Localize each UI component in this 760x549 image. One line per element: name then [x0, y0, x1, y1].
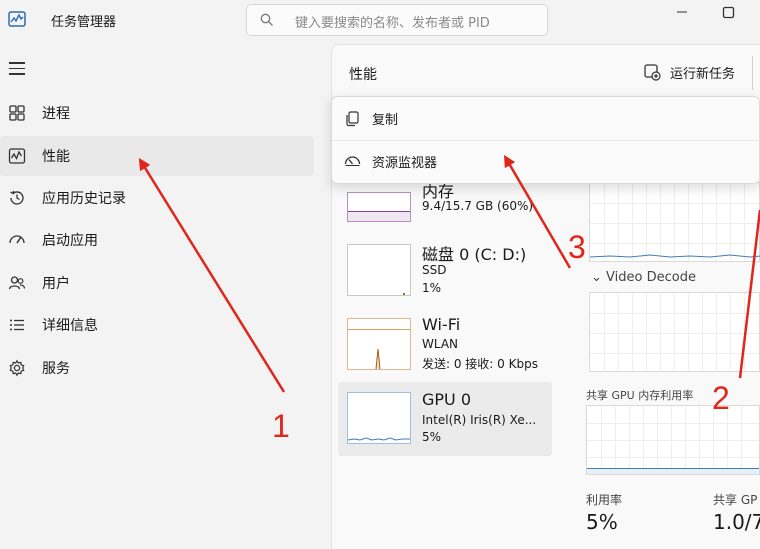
- disk-thumbnail: [347, 244, 411, 296]
- search-box[interactable]: 键入要搜索的名称、发布者或 PID: [246, 4, 548, 36]
- shared-gpu-value: 1.0/7: [713, 510, 760, 534]
- device-detail: SSD: [422, 263, 447, 277]
- search-placeholder: 键入要搜索的名称、发布者或 PID: [295, 16, 490, 31]
- sidebar-item-label: 启动应用: [42, 233, 98, 249]
- title-bar: 任务管理器 键入要搜索的名称、发布者或 PID: [0, 0, 760, 44]
- context-menu-item-copy[interactable]: 复制: [332, 98, 760, 138]
- gpu-engine-graph-top: [589, 182, 760, 262]
- processes-icon: [9, 105, 25, 121]
- maximize-icon[interactable]: [722, 6, 736, 20]
- device-detail: 9.4/15.7 GB (60%): [422, 199, 534, 213]
- context-menu-item-resource-monitor[interactable]: 资源监视器: [332, 141, 760, 181]
- sidebar-item-label: 进程: [42, 106, 70, 122]
- context-menu: 复制 资源监视器: [331, 96, 760, 184]
- startup-apps-icon: [9, 235, 25, 244]
- device-usage: 发送: 0 接收: 0 Kbps: [422, 357, 538, 371]
- device-item-wifi[interactable]: Wi-Fi WLAN 发送: 0 接收: 0 Kbps: [338, 315, 552, 389]
- sidebar-item-label: 详细信息: [42, 318, 98, 334]
- sidebar-item-startup-apps[interactable]: 启动应用: [0, 220, 314, 260]
- sidebar-item-processes[interactable]: 进程: [0, 93, 314, 133]
- shared-gpu-memory-graph: [586, 405, 760, 475]
- run-task-icon: [644, 64, 661, 81]
- utilization-value: 5%: [586, 510, 618, 534]
- services-icon: [9, 359, 25, 377]
- sidebar-item-details[interactable]: 详细信息: [0, 305, 314, 345]
- sidebar-item-label: 应用历史记录: [42, 191, 126, 207]
- toolbar-divider: [752, 56, 753, 90]
- utilization-label: 利用率: [586, 493, 623, 507]
- sidebar-item-label: 用户: [42, 276, 70, 292]
- device-item-disk[interactable]: 磁盘 0 (C: D:) SSD 1%: [338, 241, 552, 315]
- annotation-number-2: 2: [712, 380, 730, 416]
- hamburger-menu-icon[interactable]: [9, 62, 25, 76]
- sidebar-item-services[interactable]: 服务: [0, 348, 314, 388]
- device-usage: 1%: [422, 281, 442, 295]
- shared-gpu-label: 共享 GP: [713, 493, 758, 507]
- sidebar-item-app-history[interactable]: 应用历史记录: [0, 178, 314, 218]
- annotation-number-1: 1: [272, 408, 290, 444]
- device-name: Wi-Fi: [422, 315, 461, 334]
- sidebar-item-performance[interactable]: 性能: [0, 136, 314, 176]
- device-detail: Intel(R) Iris(R) Xe...: [422, 413, 537, 427]
- page-title: 性能: [349, 67, 377, 83]
- run-new-task-label: 运行新任务: [670, 67, 736, 82]
- sidebar-item-users[interactable]: 用户: [0, 263, 314, 303]
- memory-thumbnail: [347, 192, 411, 222]
- video-decode-label: Video Decode: [606, 270, 696, 285]
- sidebar-item-label: 服务: [42, 361, 70, 377]
- app-title: 任务管理器: [51, 15, 117, 30]
- context-menu-label: 资源监视器: [372, 156, 438, 171]
- video-decode-header[interactable]: ⌄ Video Decode: [591, 270, 696, 285]
- resource-monitor-icon: [344, 156, 361, 166]
- device-detail: WLAN: [422, 337, 459, 351]
- details-icon: [10, 319, 24, 331]
- device-name: 磁盘 0 (C: D:): [422, 245, 527, 264]
- shared-gpu-memory-label: 共享 GPU 内存利用率: [586, 389, 694, 402]
- device-name: GPU 0: [422, 390, 472, 409]
- device-item-gpu[interactable]: GPU 0 Intel(R) Iris(R) Xe... 5%: [338, 382, 552, 456]
- search-icon: [260, 13, 273, 26]
- context-menu-label: 复制: [372, 113, 399, 128]
- annotation-number-3: 3: [568, 229, 586, 265]
- wifi-thumbnail: [347, 318, 411, 370]
- minimize-icon[interactable]: [675, 5, 689, 19]
- performance-icon: [8, 148, 26, 164]
- gpu-thumbnail: [347, 392, 411, 444]
- chevron-down-icon: ⌄: [591, 270, 602, 285]
- video-decode-graph: [589, 292, 760, 372]
- task-manager-icon: [8, 11, 26, 27]
- users-icon: [8, 276, 26, 290]
- device-usage: 5%: [422, 430, 442, 444]
- app-history-icon: [10, 190, 24, 205]
- copy-icon: [346, 111, 359, 127]
- sidebar-item-label: 性能: [42, 149, 70, 165]
